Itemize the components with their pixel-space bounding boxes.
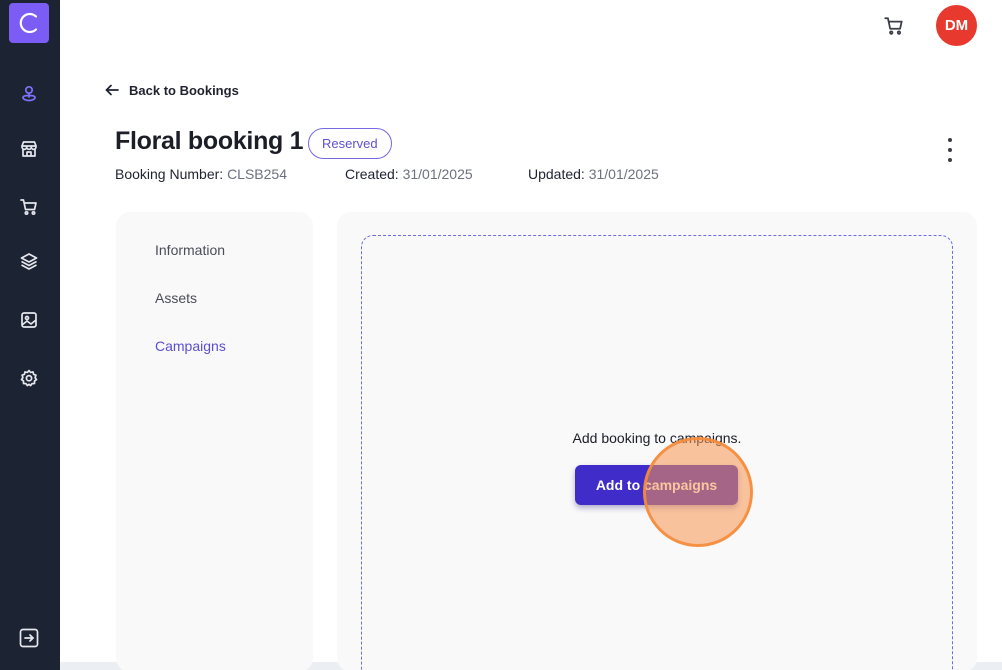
more-options-icon[interactable] xyxy=(944,138,956,162)
updated-label: Updated: xyxy=(528,166,585,182)
tabs-panel: Information Assets Campaigns xyxy=(116,212,313,670)
updated-date: Updated: 31/01/2025 xyxy=(528,166,659,182)
main-content: DM Back to Bookings Floral booking 1 Res… xyxy=(60,0,1002,670)
booking-number: Booking Number: CLSB254 xyxy=(115,166,287,182)
tab-assets[interactable]: Assets xyxy=(155,290,197,306)
campaigns-panel: Add booking to campaigns. Add to campaig… xyxy=(337,212,977,670)
created-value: 31/01/2025 xyxy=(402,166,473,182)
created-label: Created: xyxy=(345,166,399,182)
nav-cart-icon[interactable] xyxy=(18,196,40,218)
logo-c-icon xyxy=(19,12,38,34)
empty-state-text: Add booking to campaigns. xyxy=(572,430,742,446)
sidebar xyxy=(0,0,60,670)
back-link-label: Back to Bookings xyxy=(129,82,239,98)
logout-icon[interactable] xyxy=(18,627,40,649)
user-avatar[interactable]: DM xyxy=(936,5,977,46)
nav-image-icon[interactable] xyxy=(18,309,40,331)
campaigns-empty-state: Add booking to campaigns. Add to campaig… xyxy=(361,235,953,670)
arrow-left-icon xyxy=(105,84,119,96)
nav-store-icon[interactable] xyxy=(18,138,40,160)
nav-location-pin-icon[interactable] xyxy=(18,83,40,105)
add-to-campaigns-button[interactable]: Add to campaigns xyxy=(575,465,738,505)
back-to-bookings-link[interactable]: Back to Bookings xyxy=(104,82,239,98)
booking-number-label: Booking Number: xyxy=(115,166,224,182)
tab-campaigns[interactable]: Campaigns xyxy=(155,338,226,354)
page-title: Floral booking 1 xyxy=(115,127,304,155)
booking-number-value: CLSB254 xyxy=(227,166,287,182)
created-date: Created: 31/01/2025 xyxy=(345,166,473,182)
app-logo[interactable] xyxy=(9,3,49,43)
nav-layers-icon[interactable] xyxy=(18,250,40,272)
header-cart-icon[interactable] xyxy=(883,15,905,37)
updated-value: 31/01/2025 xyxy=(588,166,659,182)
tab-information[interactable]: Information xyxy=(155,242,225,258)
status-badge: Reserved xyxy=(308,128,392,159)
nav-gear-icon[interactable] xyxy=(18,367,40,389)
